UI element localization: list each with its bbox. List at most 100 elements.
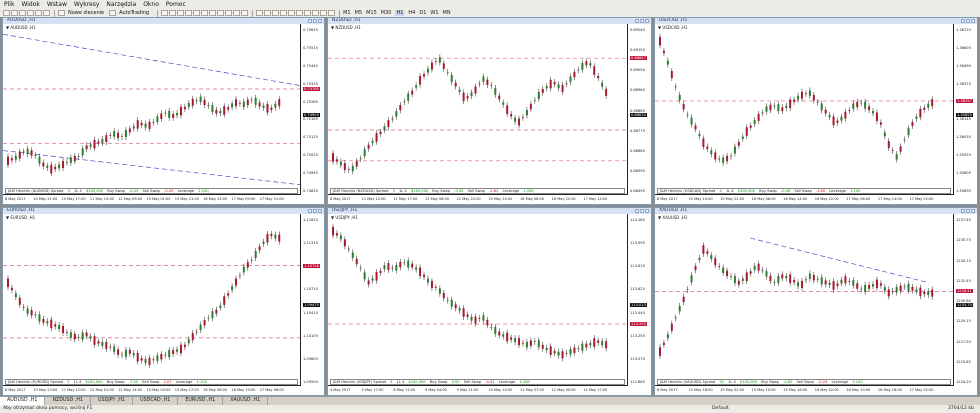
- time-axis[interactable]: 8 May 2017 12 May 18:00 15 May 02:00 15 May…: [655, 385, 954, 395]
- autotrading-button[interactable]: AutoTrading: [119, 10, 149, 16]
- zoom-in-icon[interactable]: [185, 10, 193, 16]
- timeframe-h4[interactable]: H4: [408, 10, 415, 16]
- close-icon[interactable]: [971, 209, 975, 213]
- maximize-icon[interactable]: [966, 209, 970, 213]
- price-axis[interactable]: 1.367201.366051.364901.363751.362601.361…: [953, 24, 977, 204]
- menu-view[interactable]: Widok: [21, 0, 39, 9]
- time-axis[interactable]: 4 May 2017 5 May 17:00 8 May 11:00 9 May 04…: [328, 385, 628, 395]
- timeframe-w1[interactable]: W1: [430, 10, 438, 16]
- vertical-line-icon[interactable]: [272, 10, 280, 16]
- info-field: -0.24: [818, 380, 829, 384]
- close-icon[interactable]: [645, 19, 649, 23]
- close-icon[interactable]: [318, 19, 322, 23]
- tab-eurusd[interactable]: EURUSD ,H1: [178, 397, 224, 405]
- chart-window-usdjpy[interactable]: USDJPY ,H1 ▼ USDJPY ,H1 114.180 113.995 113.…: [327, 207, 652, 396]
- chart-window-usdcad[interactable]: USDCAD ,H1 ▼ USDCAD ,H1 1.36720 1.36605 1.36…: [654, 17, 978, 205]
- timeframe-mn[interactable]: MN: [443, 10, 451, 16]
- candlestick-plot[interactable]: [655, 214, 953, 386]
- menu-help[interactable]: Pomoc: [166, 0, 186, 9]
- timeframe-h1[interactable]: H1: [395, 10, 405, 16]
- candlestick-plot[interactable]: [328, 214, 627, 386]
- menu-charts[interactable]: Wykresy: [74, 0, 100, 9]
- periods-icon[interactable]: [233, 10, 241, 16]
- candlestick-plot[interactable]: [655, 24, 953, 195]
- timeframe-d1[interactable]: D1: [419, 10, 426, 16]
- maximize-icon[interactable]: [966, 19, 970, 23]
- new-chart-icon[interactable]: [3, 10, 10, 16]
- time-axis[interactable]: 8 May 2017 10 May 23:00 11 May 12:00 12 May…: [3, 385, 301, 395]
- minimize-icon[interactable]: [961, 209, 965, 213]
- close-icon[interactable]: [645, 209, 649, 213]
- tile-icon[interactable]: [201, 10, 209, 16]
- market-watch-icon[interactable]: [19, 10, 26, 16]
- candlestick-plot[interactable]: [328, 24, 627, 195]
- menu-insert[interactable]: Wstaw: [47, 0, 67, 9]
- maximize-icon[interactable]: [640, 19, 644, 23]
- menu-window[interactable]: Okno: [143, 0, 159, 9]
- templates-icon[interactable]: [241, 10, 249, 16]
- info-field: Buy Swap: [432, 189, 452, 193]
- chart-window-eurusd[interactable]: EURUSD ,H1▼ EURUSD ,H11.116201.113151.11…: [2, 207, 325, 396]
- candlestick-plot[interactable]: [3, 214, 300, 386]
- price-axis[interactable]: 1237.40 1235.75 1234.10 1232.45 1230.80 1229.…: [953, 214, 977, 395]
- time-axis[interactable]: 8 May 2017 10 May 21:00 10 May 17:00 11 May…: [3, 194, 301, 204]
- minimize-icon[interactable]: [961, 19, 965, 23]
- tab-usdjpy[interactable]: USDJPY ,H1: [91, 397, 134, 405]
- cursor-icon[interactable]: [256, 10, 264, 16]
- autoscroll-icon[interactable]: [209, 10, 217, 16]
- profiles-icon[interactable]: [11, 10, 18, 16]
- bar-chart-icon[interactable]: [161, 10, 169, 16]
- minimize-icon[interactable]: [308, 19, 312, 23]
- close-icon[interactable]: [971, 19, 975, 23]
- terminal-icon[interactable]: [43, 10, 50, 16]
- chart-window-audusd[interactable]: AUDUSD ,H1 ▼ AUDUSD ,H1 0.75635 0.75515 0.75…: [2, 17, 325, 205]
- chart-window-nzdusd[interactable]: NZDUSD ,H1 ▼ NZDUSD ,H1 0.69240 0.69155 0.69…: [327, 17, 652, 205]
- chart-window-xauusd[interactable]: XAUUSD ,H1 ▼ XAUUSD ,H1 1237.40 1235.75 1234…: [654, 207, 978, 396]
- candlestick-plot[interactable]: [3, 24, 300, 195]
- price-axis[interactable]: 0.69240 0.69155 0.69050 0.68960 0.68865 0.687…: [627, 24, 651, 204]
- menu-file[interactable]: Plik: [4, 0, 14, 9]
- maximize-icon[interactable]: [313, 209, 317, 213]
- tab-nzdusd[interactable]: NZDUSD ,H1: [45, 397, 91, 405]
- fibonacci-icon[interactable]: [304, 10, 312, 16]
- channel-icon[interactable]: [296, 10, 304, 16]
- timeframe-m5[interactable]: M5: [355, 10, 363, 16]
- data-window-icon[interactable]: [27, 10, 34, 16]
- indicators-icon[interactable]: [225, 10, 233, 16]
- timeframe-m15[interactable]: M15: [366, 10, 377, 16]
- tab-audusd[interactable]: AUDUSD ,H1: [0, 397, 46, 405]
- minimize-icon[interactable]: [308, 209, 312, 213]
- autotrading-icon[interactable]: [109, 10, 117, 16]
- minimize-icon[interactable]: [635, 19, 639, 23]
- label-icon[interactable]: [320, 10, 328, 16]
- time-tick-label: 10 May 23:00: [33, 388, 58, 392]
- candle-body: [30, 309, 33, 316]
- horizontal-line-icon[interactable]: [280, 10, 288, 16]
- maximize-icon[interactable]: [313, 19, 317, 23]
- line-chart-icon[interactable]: [177, 10, 185, 16]
- crosshair-icon[interactable]: [264, 10, 272, 16]
- trendline-icon[interactable]: [288, 10, 296, 16]
- menu-tools[interactable]: Narzędzia: [106, 0, 136, 9]
- timeframe-m1[interactable]: M1: [343, 10, 351, 16]
- info-field: J&M Hendrix (USDJPY): [333, 380, 374, 384]
- chart-shift-icon[interactable]: [217, 10, 225, 16]
- tab-usdcad[interactable]: USDCAD ,H1: [133, 397, 179, 405]
- time-axis[interactable]: 8 May 2017 11 May 12:00 11 May 17:00 12 May…: [328, 194, 628, 204]
- tab-xauusd[interactable]: XAUUSD ,H1: [223, 397, 269, 405]
- text-icon[interactable]: [312, 10, 320, 16]
- price-axis[interactable]: 0.75635 0.75515 0.75440 0.75335 0.75285 0.751…: [300, 24, 324, 204]
- maximize-icon[interactable]: [640, 209, 644, 213]
- zoom-out-icon[interactable]: [193, 10, 201, 16]
- new-order-icon[interactable]: [58, 10, 65, 16]
- time-axis[interactable]: 8 May 2017 15 May 10:00 15 May 22:00 16 May…: [655, 194, 954, 204]
- new-order-button[interactable]: Nowe zlecenie: [68, 10, 104, 16]
- arrows-icon[interactable]: [328, 10, 336, 16]
- price-axis[interactable]: 1.116201.113151.110151.107101.104101.101…: [300, 214, 324, 395]
- close-icon[interactable]: [318, 209, 322, 213]
- navigator-icon[interactable]: [35, 10, 42, 16]
- candlestick-icon[interactable]: [169, 10, 177, 16]
- minimize-icon[interactable]: [635, 209, 639, 213]
- price-axis[interactable]: 114.180 113.995 113.810 113.625 113.440 113.2…: [627, 214, 651, 395]
- timeframe-m30[interactable]: M30: [381, 10, 392, 16]
